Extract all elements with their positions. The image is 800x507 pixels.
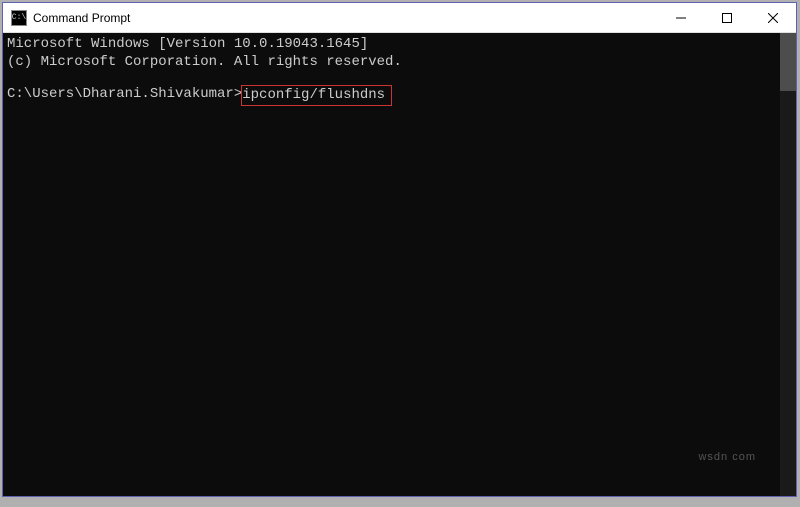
scrollbar-thumb[interactable] [780,33,796,91]
prompt-line: C:\Users\Dharani.Shivakumar>ipconfig/flu… [7,85,792,105]
watermark-text: wsdn com [698,450,756,464]
command-input-highlight[interactable]: ipconfig/flushdns [241,85,392,105]
maximize-icon [722,13,732,23]
minimize-icon [676,13,686,23]
maximize-button[interactable] [704,3,750,32]
minimize-button[interactable] [658,3,704,32]
close-button[interactable] [750,3,796,32]
terminal-output-line: (c) Microsoft Corporation. All rights re… [7,53,792,71]
terminal-area[interactable]: Microsoft Windows [Version 10.0.19043.16… [3,33,796,496]
vertical-scrollbar[interactable] [780,33,796,496]
prompt-path: C:\Users\Dharani.Shivakumar> [7,85,242,105]
window-controls [658,3,796,32]
close-icon [768,13,778,23]
command-prompt-window: C:\ Command Prompt Microsoft Windows [Ve… [2,2,797,497]
window-title: Command Prompt [33,11,658,25]
titlebar[interactable]: C:\ Command Prompt [3,3,796,33]
app-icon-label: C:\ [12,14,26,22]
app-icon: C:\ [11,10,27,26]
terminal-output-line: Microsoft Windows [Version 10.0.19043.16… [7,35,792,53]
